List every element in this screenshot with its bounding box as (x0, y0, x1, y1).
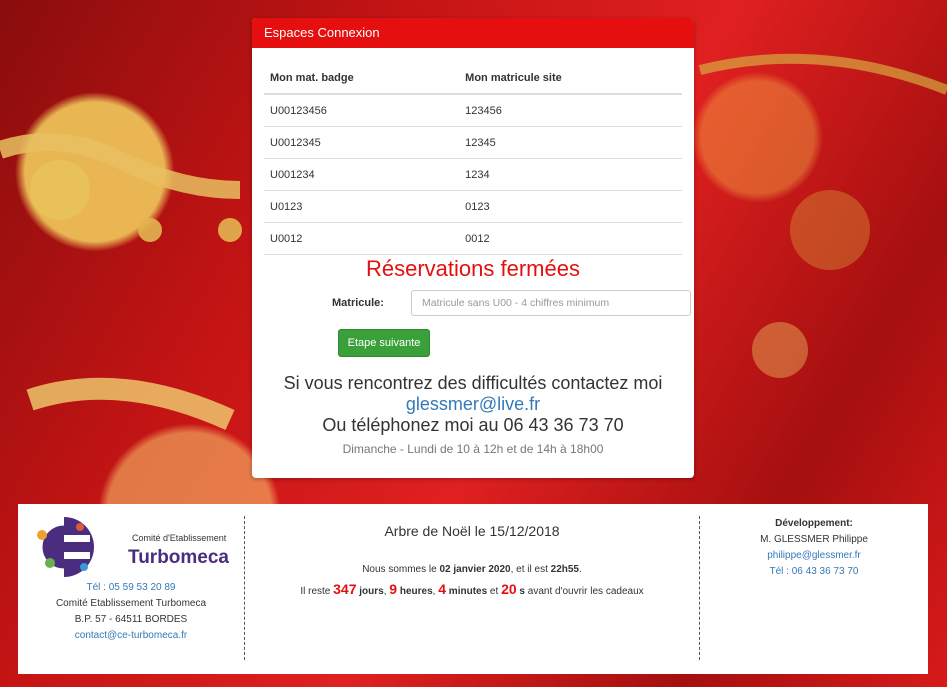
current-time: 22h55 (550, 564, 579, 575)
footer-divider-left (244, 516, 245, 660)
countdown-hours: 9 (389, 581, 398, 597)
developer-email-link[interactable]: philippe@glessmer.fr (700, 548, 928, 564)
next-step-button[interactable]: Etape suivante (338, 329, 430, 357)
help-text: Si vous rencontrez des difficultés conta… (283, 373, 663, 393)
column-header-badge: Mon mat. badge (264, 63, 460, 95)
table-cell: U0012345 (264, 126, 460, 159)
countdown-and: et (487, 586, 502, 597)
table-row: U001234 1234 (264, 158, 682, 191)
countdown-minutes-label: minutes (446, 586, 488, 597)
footer-left-org: Comité Etablissement Turbomeca (55, 598, 207, 609)
table-row: U00123456 123456 (264, 94, 682, 127)
developer-tel: Tél : 06 43 36 73 70 (769, 566, 859, 577)
ce-turbomeca-logo: Comité d'Etablissement Turbomeca (33, 516, 229, 578)
badge-matricule-table: Mon mat. badge Mon matricule site U00123… (264, 63, 682, 255)
table-cell: U00123456 (264, 94, 460, 127)
table-cell: U001234 (264, 158, 460, 191)
countdown-hours-label: heures (397, 586, 433, 597)
countdown-days-label: jours (356, 586, 384, 597)
logo-brand: Turbomeca (128, 547, 229, 568)
countdown-days: 347 (333, 581, 357, 597)
table-cell: 0123 (459, 190, 682, 223)
table-row: U0012 0012 (264, 222, 682, 255)
christmas-tree-date: Arbre de Noël le 15/12/2018 (384, 523, 560, 539)
table-row: U0123 0123 (264, 190, 682, 223)
current-date-line: Nous sommes le 02 janvier 2020, et il es… (246, 564, 698, 575)
footer-developer: Développement: M. GLESSMER Philippe phil… (700, 516, 928, 580)
table-cell: 0012 (459, 222, 682, 255)
table-row: U0012345 12345 (264, 126, 682, 159)
logo-small-text: Comité d'Etablissement (132, 533, 227, 543)
panel-heading: Espaces Connexion (252, 18, 694, 48)
footer-left-address: B.P. 57 - 64511 BORDES (74, 614, 188, 625)
help-hours-text: Dimanche - Lundi de 10 à 12h et de 14h à… (342, 442, 604, 456)
current-date: 02 janvier 2020 (439, 564, 511, 575)
time-prefix: , et il est (510, 564, 551, 575)
table-cell: 123456 (459, 94, 682, 127)
developer-name: M. GLESSMER Philippe (760, 534, 868, 545)
table-header-row: Mon mat. badge Mon matricule site (264, 63, 682, 95)
matricule-input[interactable] (411, 290, 691, 316)
footer-left-tel: Tél : 05 59 53 20 89 (86, 582, 176, 593)
matricule-label: Matricule: (332, 297, 384, 309)
reservations-closed-title: Réservations fermées (366, 256, 580, 281)
table-cell: U0123 (264, 190, 460, 223)
countdown-seconds-label: s (516, 586, 525, 597)
countdown-prefix: Il reste (300, 586, 334, 597)
table-cell: 1234 (459, 158, 682, 191)
table-cell: U0012 (264, 222, 460, 255)
login-panel: Espaces Connexion Mon mat. badge Mon mat… (252, 18, 694, 478)
footer: Comité d'Etablissement Turbomeca Tél : 0… (18, 504, 928, 674)
countdown-seconds: 20 (501, 581, 517, 597)
help-phone-text: Ou téléphonez moi au 06 43 36 73 70 (322, 415, 624, 435)
countdown-suffix: avant d'ouvrir les cadeaux (524, 586, 644, 597)
table-cell: 12345 (459, 126, 682, 159)
countdown-line: Il reste 347 jours, 9 heures, 4 minutes … (300, 581, 644, 597)
footer-left-email-link[interactable]: contact@ce-turbomeca.fr (75, 630, 187, 641)
date-prefix: Nous sommes le (362, 564, 440, 575)
developer-title: Développement: (775, 518, 853, 529)
date-suffix: . (579, 564, 582, 575)
countdown-minutes: 4 (438, 581, 447, 597)
column-header-site: Mon matricule site (459, 63, 682, 95)
footer-contact-left: Tél : 05 59 53 20 89 Comité Etablissemen… (18, 580, 244, 644)
help-email-link[interactable]: glessmer@live.fr (252, 394, 694, 415)
